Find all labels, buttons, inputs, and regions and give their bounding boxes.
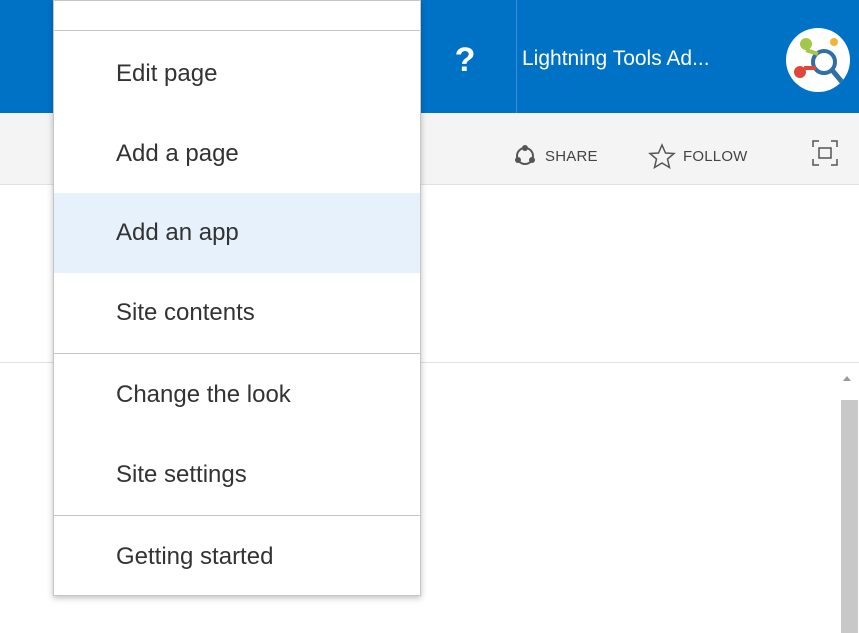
follow-label: FOLLOW [683, 147, 748, 165]
focus-button[interactable] [810, 138, 840, 168]
follow-button[interactable]: FOLLOW [648, 140, 748, 172]
vertical-scrollbar[interactable] [838, 368, 859, 633]
settings-menu: Edit page Add a page Add an app Site con… [53, 0, 421, 596]
menu-divider [54, 353, 420, 354]
share-label: SHARE [545, 147, 598, 165]
help-icon: ? [454, 41, 476, 79]
menu-item-site-settings[interactable]: Site settings [54, 435, 420, 515]
menu-item-getting-started[interactable]: Getting started [54, 517, 420, 597]
avatar[interactable] [786, 28, 850, 92]
avatar-logo-icon [794, 38, 844, 84]
menu-item-add-a-page[interactable]: Add a page [54, 114, 420, 194]
menu-divider [54, 30, 420, 31]
menu-item-site-contents[interactable]: Site contents [54, 273, 420, 353]
suite-divider [516, 0, 517, 113]
user-name[interactable]: Lightning Tools Ad... [522, 45, 710, 73]
share-button[interactable]: SHARE [512, 140, 598, 172]
scroll-thumb[interactable] [841, 400, 858, 633]
menu-item-change-the-look[interactable]: Change the look [54, 355, 420, 435]
menu-item-add-an-app[interactable]: Add an app [54, 193, 420, 273]
sharepoint-page: ? Lightning Tools Ad... SHARE FOLLOW Edi… [0, 0, 859, 633]
help-button[interactable]: ? [443, 30, 487, 90]
star-icon [648, 143, 676, 169]
scroll-up-arrow-icon[interactable] [843, 376, 851, 381]
menu-item-edit-page[interactable]: Edit page [54, 34, 420, 114]
focus-icon [812, 140, 838, 166]
share-icon [515, 145, 535, 165]
menu-divider [54, 515, 420, 516]
